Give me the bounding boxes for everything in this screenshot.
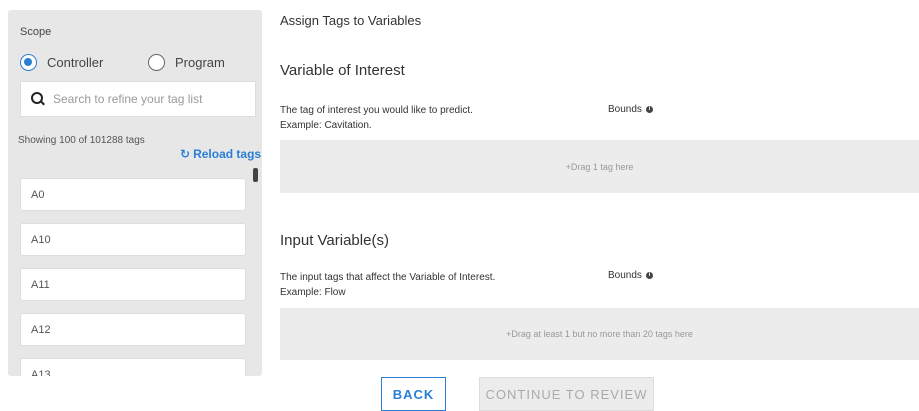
continue-to-review-button[interactable]: CONTINUE TO REVIEW (479, 377, 654, 411)
scope-program-option[interactable]: Program (148, 54, 225, 71)
search-icon (31, 92, 45, 106)
tag-item[interactable]: A0 (20, 178, 246, 211)
tag-item[interactable]: A10 (20, 223, 246, 256)
variable-of-interest-title: Variable of Interest (280, 62, 405, 79)
tag-panel: Scope Controller Program Showing 100 of … (8, 10, 262, 376)
refresh-icon: ↻ (180, 147, 191, 161)
input-variables-description: The input tags that affect the Variable … (280, 272, 496, 283)
program-radio[interactable] (148, 54, 165, 71)
variable-of-interest-desc: The tag of interest you would like to pr… (280, 103, 473, 133)
variable-of-interest-description: The tag of interest you would like to pr… (280, 105, 473, 116)
input-variables-desc: The input tags that affect the Variable … (280, 270, 495, 300)
variable-of-interest-dropzone[interactable]: +Drag 1 tag here (280, 140, 919, 193)
scope-label: Scope (20, 26, 52, 38)
reload-tags-label: Reload tags (193, 147, 262, 161)
input-variables-dropzone[interactable]: +Drag at least 1 but no more than 20 tag… (280, 308, 919, 360)
tag-count-text: Showing 100 of 101288 tags (18, 135, 145, 146)
tag-item[interactable]: A13 (20, 358, 246, 376)
input-variables-bounds: Bounds i (608, 270, 653, 281)
dropzone-hint: +Drag 1 tag here (565, 161, 634, 172)
input-variables-example: Example: Flow (280, 287, 346, 298)
info-icon[interactable]: i (645, 272, 653, 279)
bounds-label: Bounds (608, 270, 642, 281)
info-icon[interactable]: i (645, 106, 653, 113)
input-variables-title: Input Variable(s) (280, 232, 389, 249)
search-box[interactable] (20, 81, 256, 117)
tag-list: A0 A10 A11 A12 A13 (20, 178, 246, 376)
variable-of-interest-example: Example: Cavitation. (280, 120, 372, 131)
controller-label: Controller (47, 55, 104, 70)
program-label: Program (175, 55, 225, 70)
back-button[interactable]: BACK (381, 377, 446, 411)
tag-item[interactable]: A11 (20, 268, 246, 301)
controller-radio[interactable] (20, 54, 37, 71)
scope-controller-option[interactable]: Controller (20, 54, 103, 71)
reload-tags-button[interactable]: ↻ Reload tags (180, 147, 261, 161)
dropzone-hint: +Drag at least 1 but no more than 20 tag… (506, 329, 693, 339)
variable-of-interest-bounds: Bounds i (608, 104, 653, 115)
page-title: Assign Tags to Variables (280, 13, 422, 28)
bounds-label: Bounds (608, 104, 642, 115)
tag-item[interactable]: A12 (20, 313, 246, 346)
tag-list-scrollbar[interactable] (253, 168, 258, 182)
search-input[interactable] (53, 92, 243, 106)
